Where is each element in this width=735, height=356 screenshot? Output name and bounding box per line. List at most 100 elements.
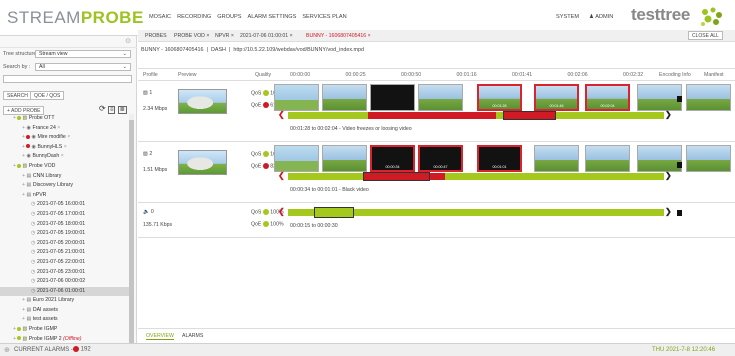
tab-probes[interactable]: PROBES [145,33,167,39]
tree-item[interactable]: + ◉ BunnyHLS × [0,143,130,153]
tree-item[interactable]: + ▤ Euro 2021 Library [0,296,130,306]
tree-item[interactable]: ◷ 2021-07-05 22:00:01 [0,258,130,268]
search-button[interactable]: SEARCH [3,91,32,100]
tree-item[interactable]: ◷ 2021-07-05 18:00:01 [0,220,130,230]
remove-icon[interactable]: × [61,153,64,159]
qoe-timeline-bar[interactable] [288,173,664,180]
tree-item[interactable]: + ▤ test assets [0,315,130,325]
tree-item[interactable]: ◷ 2021-07-06 00:00:02 [0,277,130,287]
tree-structure-select[interactable]: Stream view ⌄ [35,50,131,58]
scroll-right-icon[interactable]: ❯ [665,171,672,180]
timeline-cursor[interactable] [363,172,430,181]
tree-item[interactable]: + ▤ nPVR [0,191,130,201]
tree-item[interactable]: ◷ 2021-07-06 01:00:01 [0,286,130,297]
nav-alarm-settings[interactable]: ALARM SETTINGS [248,14,297,20]
expand-all-icon[interactable]: ≡ [107,106,116,114]
scroll-left-icon[interactable]: ❮ [278,207,285,216]
remove-icon[interactable]: × [64,144,67,150]
timeline-frame[interactable]: 00:00:34 [370,145,415,172]
timeline-frame[interactable] [637,84,682,111]
timeline-frame[interactable]: 00:01:28 [477,84,522,111]
encoding-info-icon[interactable] [677,210,682,216]
channel-icon: ◉ [31,143,37,150]
expand-icon[interactable]: ⊕ [4,346,10,354]
timeline-frame[interactable] [637,145,682,172]
asset-url[interactable]: http://10.5.22.109/webdav/vod/BUNNY/vod_… [233,47,364,53]
alarm-segment[interactable] [368,112,496,119]
scroll-right-icon[interactable]: ❯ [665,110,672,119]
timeline-frame[interactable] [370,84,415,111]
scroll-right-icon[interactable]: ❯ [665,207,672,216]
search-by-select[interactable]: All ⌄ [35,63,131,71]
table-row[interactable]: 🔈 0 135.71 Kbps QoS 100% QoE 100% ❮ ❯ 00:00:15… [138,203,735,238]
scroll-left-icon[interactable]: ❮ [278,171,285,180]
tree-item[interactable]: + ▤ CNN Library [0,172,130,182]
close-icon[interactable]: × [206,33,209,39]
scroll-left-icon[interactable]: ❮ [278,110,285,119]
timeline-frame[interactable] [585,145,630,172]
timeline-frame[interactable]: 00:00:47 [418,145,463,172]
preview-thumbnail[interactable] [178,150,227,175]
tab-npvr[interactable]: NPVR × [215,33,234,39]
tree-item[interactable]: + ◉ France 24 × [0,124,130,134]
nav-admin[interactable]: ♟ ADMIN [589,14,613,20]
preview-thumbnail[interactable] [178,89,227,114]
tree-item[interactable]: ◷ 2021-07-05 21:00:01 [0,248,130,258]
alarm-indicator[interactable]: 192 [73,346,91,353]
tree-item[interactable]: + ▤ DAI assets [0,306,130,316]
table-row[interactable]: ▧ 21.51 MbpsQoS 100%QoE 82%00:00:3400:00… [138,142,735,203]
collapse-icon[interactable]: ⊙ [125,37,131,45]
timeline-frame[interactable] [686,145,731,172]
nav-system[interactable]: SYSTEM [556,14,579,20]
tab-recording[interactable]: 2021-07-06 01:00:01 × [240,33,293,39]
tree-item[interactable]: + ▤ Discovery Library [0,181,130,191]
timeline-frame[interactable]: 00:01:46 [534,84,579,111]
tree-item[interactable]: + ▧ Probe OTT [0,114,130,124]
tab-overview[interactable]: OVERVIEW [146,333,174,340]
timeline-frame[interactable] [274,145,319,172]
encoding-info-icon[interactable] [677,96,682,102]
timeline-frame[interactable] [686,84,731,111]
close-icon[interactable]: × [368,33,371,39]
remove-icon[interactable]: × [67,134,70,140]
timeline-frame[interactable] [534,145,579,172]
table-row[interactable]: ▧ 12.34 MbpsQoS 100%QoE 61%00:01:2800:01… [138,81,735,142]
tree-item[interactable]: + ◉ BunnyDash × [0,152,130,162]
tree-scrollbar[interactable] [129,114,134,346]
nav-mosaic[interactable]: MOSAIC [149,14,171,20]
timeline-frame[interactable]: 00:02:04 [585,84,630,111]
search-input[interactable] [3,75,132,83]
timeline-frame[interactable]: 00:01:01 [477,145,522,172]
tree-item[interactable]: ◷ 2021-07-05 17:00:01 [0,210,130,220]
tree-item[interactable]: ◷ 2021-07-05 20:00:01 [0,239,130,249]
close-all-button[interactable]: CLOSE ALL [688,31,723,40]
tab-probe-vod[interactable]: PROBE VOD × [174,33,209,39]
tree-item[interactable]: + ◉ Mire modifie × [0,133,130,143]
tree-item[interactable]: + ▧ Probe VOD [0,162,130,172]
close-icon[interactable]: × [231,33,234,39]
refresh-icon[interactable]: ⟳ [99,104,106,113]
encoding-info-icon[interactable] [677,162,682,168]
tab-alarms[interactable]: ALARMS [182,333,203,339]
remove-icon[interactable]: × [57,125,60,131]
qoe-qos-button[interactable]: QOE / QOS [30,91,65,100]
nav-groups[interactable]: GROUPS [217,14,241,20]
timeline-cursor[interactable] [314,207,354,218]
app-logo[interactable]: STREAMPROBE [7,8,144,28]
timeline-cursor[interactable] [503,111,556,120]
tree-scroll-thumb[interactable] [129,120,134,346]
tab-bunny[interactable]: BUNNY - 1606807405416 × [306,33,371,39]
timeline-frame[interactable] [322,145,367,172]
nav-recording[interactable]: RECORDING [177,14,211,20]
tree-item[interactable]: + ▧ Probe IGMP [0,325,130,335]
tree-item[interactable]: ◷ 2021-07-05 16:00:01 [0,200,130,210]
tree-item[interactable]: ◷ 2021-07-05 23:00:01 [0,268,130,278]
tree-item[interactable]: ◷ 2021-07-05 19:00:01 [0,229,130,239]
nav-services-plan[interactable]: SERVICES PLAN [302,14,346,20]
current-alarms-label[interactable]: CURRENT ALARMS - [14,347,73,353]
timeline-frame[interactable] [274,84,319,111]
timeline-frame[interactable] [322,84,367,111]
timeline-frame[interactable] [418,84,463,111]
close-icon[interactable]: × [290,33,293,39]
collapse-all-icon[interactable]: ≣ [117,106,127,114]
